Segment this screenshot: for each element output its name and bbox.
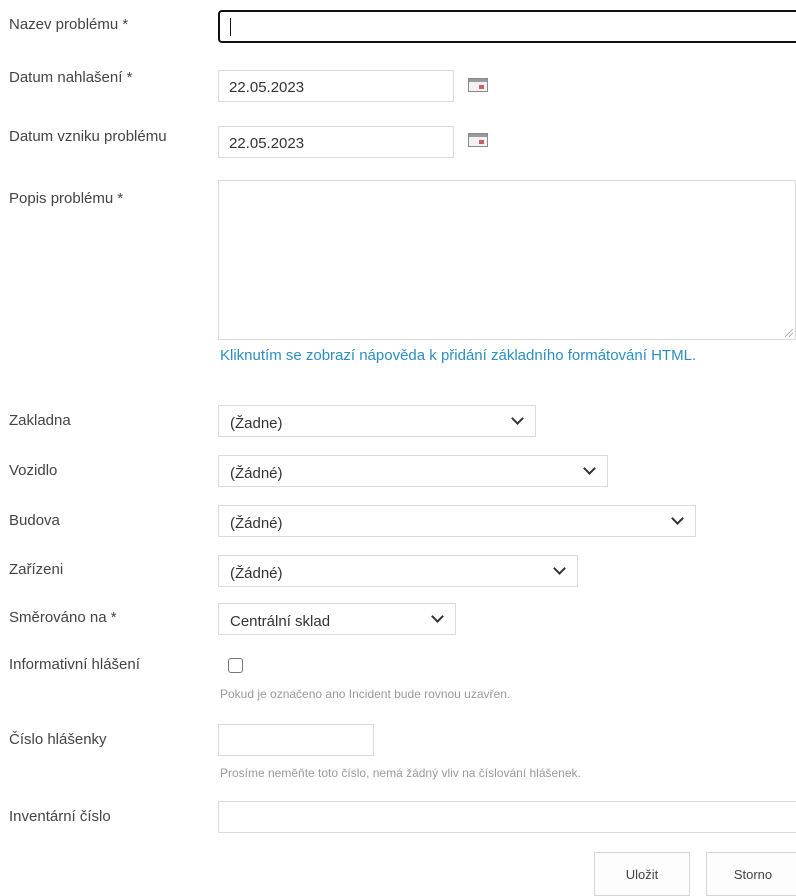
datum-vzniku-value: 22.05.2023 <box>229 135 305 152</box>
label-smerovano-na: Směrováno na * <box>9 609 117 626</box>
cancel-button[interactable]: Storno <box>706 852 796 896</box>
label-zakladna: Zakladna <box>9 412 71 429</box>
informativni-hlaseni-help: Pokud je označeno ano Incident bude rovn… <box>220 687 511 701</box>
chevron-down-icon <box>671 512 684 525</box>
budova-select[interactable]: (Žádné) <box>218 505 696 537</box>
chevron-down-icon <box>431 610 444 623</box>
zarizeni-select[interactable]: (Žádné) <box>218 555 578 587</box>
budova-value: (Žádné) <box>230 515 283 532</box>
label-informativni-hlaseni: Informativní hlášení <box>9 656 140 673</box>
save-button[interactable]: Uložit <box>594 852 690 896</box>
datum-vzniku-input[interactable]: 22.05.2023 <box>218 126 454 158</box>
popis-problemu-textarea[interactable] <box>218 180 796 340</box>
vozidlo-select[interactable]: (Žádné) <box>218 455 608 487</box>
label-nazev-problemu: Nazev problému * <box>9 16 129 33</box>
chevron-down-icon <box>583 462 596 475</box>
calendar-icon[interactable] <box>468 78 488 92</box>
label-cislo-hlasenky: Číslo hlášenky <box>9 731 107 748</box>
datum-nahlaseni-value: 22.05.2023 <box>229 79 305 96</box>
chevron-down-icon <box>553 562 566 575</box>
text-caret <box>230 18 231 36</box>
chevron-down-icon <box>511 412 524 425</box>
label-datum-vzniku: Datum vzniku problému <box>9 128 167 145</box>
datum-nahlaseni-input[interactable]: 22.05.2023 <box>218 70 454 102</box>
html-help-link[interactable]: Kliknutím se zobrazí nápověda k přidání … <box>220 345 780 367</box>
label-budova: Budova <box>9 512 60 529</box>
label-popis-problemu: Popis problému * <box>9 190 124 207</box>
cislo-hlasenky-input[interactable] <box>218 724 374 756</box>
inventarni-cislo-input[interactable] <box>218 801 796 833</box>
informativni-hlaseni-checkbox[interactable] <box>228 658 243 673</box>
zakladna-select[interactable]: (Žadne) <box>218 405 536 437</box>
label-zarizeni: Zařízeni <box>9 561 64 578</box>
label-inventarni-cislo: Inventární číslo <box>9 808 111 825</box>
zarizeni-value: (Žádné) <box>230 565 283 582</box>
resize-grip-icon[interactable] <box>785 329 793 337</box>
zakladna-value: (Žadne) <box>230 415 283 432</box>
nazev-problemu-input[interactable] <box>218 10 796 43</box>
smerovano-na-value: Centrální sklad <box>230 613 331 630</box>
label-datum-nahlaseni: Datum nahlašení * <box>9 69 133 86</box>
label-vozidlo: Vozidlo <box>9 462 58 479</box>
cislo-hlasenky-help: Prosíme neměňte toto číslo, nemá žádný v… <box>220 766 581 780</box>
smerovano-na-select[interactable]: Centrální sklad <box>218 603 456 635</box>
calendar-icon[interactable] <box>468 133 488 147</box>
vozidlo-value: (Žádné) <box>230 465 283 482</box>
